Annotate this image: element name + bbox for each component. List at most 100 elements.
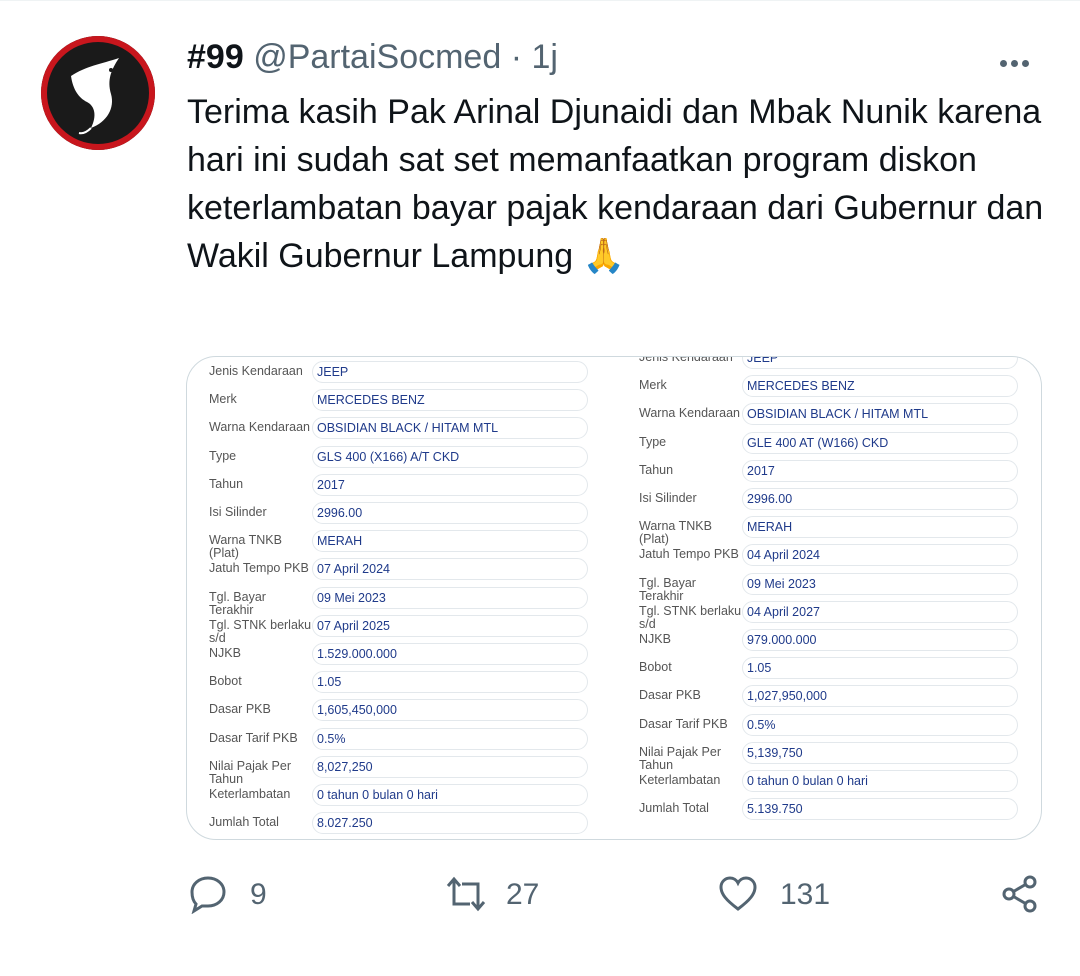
field-label: Jumlah Total: [639, 801, 709, 816]
vehicle-info-row: NJKB 979.000.000: [617, 629, 1037, 655]
vehicle-info-row: Nilai Pajak Per Tahun 5,139,750: [617, 741, 1037, 771]
field-value: MERAH: [312, 530, 588, 553]
field-value: MERAH: [742, 516, 1018, 539]
more-options-button[interactable]: [1000, 54, 1040, 67]
field-value: 0.5%: [742, 713, 1018, 736]
vehicle-info-row: Jenis Kendaraan JEEP: [617, 356, 1037, 373]
more-horizontal-icon: [1000, 60, 1007, 67]
vehicle-info-row: Warna Kendaraan OBSIDIAN BLACK / HITAM MT…: [187, 417, 607, 443]
vehicle-info-row: Jatuh Tempo PKB 04 April 2024: [617, 544, 1037, 570]
vehicle-info-row: Tgl. Bayar Terakhir 09 Mei 2023: [617, 572, 1037, 602]
field-label: Tahun: [639, 462, 674, 477]
field-value: 09 Mei 2023: [312, 586, 588, 609]
tweet-actions: 9 27 131: [0, 860, 1080, 930]
field-value: OBSIDIAN BLACK / HITAM MTL: [312, 417, 588, 440]
tweet-media-image[interactable]: Jenis Kendaraan JEEP Merk MERCEDES BENZ Warn…: [186, 356, 1042, 840]
vehicle-info-row: Nilai Pajak Per Tahun 8,027,250: [187, 755, 607, 785]
field-label: Tgl. Bayar Terakhir: [639, 575, 696, 603]
retweet-count: 27: [506, 878, 540, 911]
vehicle-info-row: Dasar PKB 1,027,950,000: [617, 685, 1037, 711]
field-value: GLE 400 AT (W166) CKD: [742, 431, 1018, 454]
field-label: Type: [639, 434, 667, 449]
share-icon: [1002, 875, 1037, 913]
field-label: Tgl. STNK berlaku s/d: [639, 603, 742, 631]
field-value: 1.05: [742, 657, 1018, 680]
vehicle-info-row: Dasar Tarif PKB 0.5%: [187, 727, 607, 754]
like-count: 131: [780, 878, 831, 911]
field-label: Bobot: [209, 674, 242, 689]
field-label: Tgl. STNK berlaku s/d: [209, 617, 312, 645]
field-label: Dasar PKB: [209, 702, 271, 717]
vehicle-info-row: Jumlah Total 5.139.750: [617, 798, 1037, 824]
vehicle-info-row: Warna Kendaraan OBSIDIAN BLACK / HITAM MT…: [617, 403, 1037, 429]
vehicle-info-row: NJKB 1.529.000.000: [187, 643, 607, 669]
field-value: MERCEDES BENZ: [742, 375, 1018, 398]
field-value: 09 Mei 2023: [742, 572, 1018, 595]
avatar[interactable]: [41, 36, 155, 150]
separator: ·: [510, 38, 523, 76]
vehicle-info-row: Dasar PKB 1,605,450,000: [187, 699, 607, 725]
field-label: Isi Silinder: [209, 505, 267, 519]
vehicle-info-row: Keterlambatan 0 tahun 0 bulan 0 hari: [617, 770, 1037, 796]
field-label: Tgl. Bayar Terakhir: [209, 589, 266, 617]
tweet-header: #99 @PartaiSocmed · 1j: [187, 38, 558, 77]
field-label: Jatuh Tempo PKB: [209, 561, 309, 576]
field-label: Keterlambatan: [209, 787, 291, 801]
field-label: Merk: [639, 378, 667, 393]
field-value: 2996.00: [742, 488, 1018, 510]
field-label: Jatuh Tempo PKB: [639, 547, 739, 562]
field-label: Nilai Pajak Per Tahun: [639, 744, 721, 772]
vehicle-info-row: Isi Silinder 2996.00: [617, 488, 1037, 514]
reply-icon: [190, 876, 226, 914]
field-value: 07 April 2024: [312, 558, 588, 581]
rank-label[interactable]: #99: [187, 38, 244, 76]
vehicle-info-row: Jenis Kendaraan JEEP: [187, 361, 607, 387]
field-label: Jumlah Total: [209, 815, 279, 830]
field-label: Warna TNKB (Plat): [639, 519, 712, 547]
vehicle-info-row: Tahun 2017: [187, 473, 607, 500]
field-value: 1,605,450,000: [312, 699, 588, 722]
field-label: NJKB: [209, 646, 241, 660]
vehicle-info-row: Type GLE 400 AT (W166) CKD: [617, 431, 1037, 458]
vehicle-info-row: Isi Silinder 2996.00: [187, 502, 607, 528]
field-value: 5,139,750: [742, 741, 1018, 764]
reply-count: 9: [250, 878, 267, 911]
vehicle-info-row: Bobot 1.05: [617, 657, 1037, 683]
field-label: Dasar Tarif PKB: [209, 730, 298, 745]
field-value: 2017: [742, 459, 1018, 482]
retweet-icon: [446, 876, 486, 912]
field-label: Merk: [209, 392, 237, 407]
field-value: 04 April 2027: [742, 600, 1018, 623]
vehicle-info-row: Type GLS 400 (X166) A/T CKD: [187, 445, 607, 472]
field-label: Dasar Tarif PKB: [639, 716, 728, 731]
vehicle-info-row: Warna TNKB (Plat) MERAH: [187, 530, 607, 560]
vehicle-info-row: Tgl. STNK berlaku s/d 07 April 2025: [187, 614, 607, 644]
field-label: Nilai Pajak Per Tahun: [209, 758, 291, 786]
vehicle-info-row: Jumlah Total 8.027.250: [187, 812, 607, 838]
tweet-text: Terima kasih Pak Arinal Djunaidi dan Mba…: [187, 93, 1044, 275]
vehicle-info-row: Bobot 1.05: [187, 671, 607, 697]
field-label: Warna TNKB (Plat): [209, 533, 282, 561]
field-label: Dasar PKB: [639, 688, 701, 703]
field-label: Keterlambatan: [639, 773, 721, 787]
vehicle-info-row: Jatuh Tempo PKB 07 April 2024: [187, 558, 607, 584]
field-value: 04 April 2024: [742, 544, 1018, 567]
heart-icon: [719, 876, 757, 911]
field-value: 1.05: [312, 671, 588, 694]
field-value: JEEP: [312, 361, 588, 383]
field-label: Warna Kendaraan: [639, 406, 740, 421]
dove-logo-icon: [71, 58, 119, 135]
field-value: 5.139.750: [742, 798, 1018, 821]
field-value: 2996.00: [312, 502, 588, 524]
vehicle-info-row: Merk MERCEDES BENZ: [617, 375, 1037, 401]
field-label: Isi Silinder: [639, 491, 697, 505]
user-handle[interactable]: @PartaiSocmed: [253, 38, 501, 76]
field-value: 0 tahun 0 bulan 0 hari: [312, 784, 588, 806]
vehicle-info-row: Dasar Tarif PKB 0.5%: [617, 713, 1037, 740]
field-label: Jenis Kendaraan: [639, 356, 733, 364]
field-value: 8,027,250: [312, 755, 588, 778]
field-label: Tahun: [209, 476, 244, 491]
top-divider: [0, 0, 1080, 1]
timestamp[interactable]: 1j: [531, 38, 557, 76]
field-value: JEEP: [742, 357, 1018, 369]
